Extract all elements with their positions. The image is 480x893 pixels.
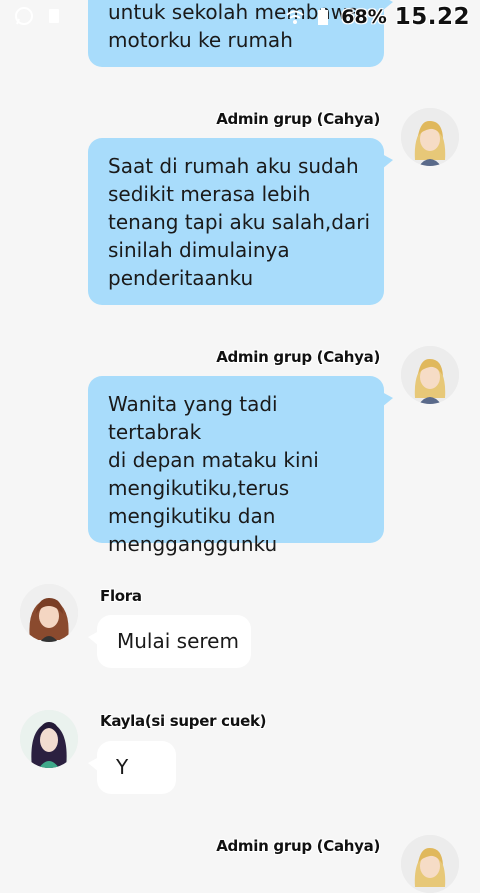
girl-portrait-icon xyxy=(20,710,78,768)
sender-name: Admin grup (Cahya) xyxy=(216,110,380,128)
message-bubble-3[interactable]: Wanita yang tadi tertabrak di depan mata… xyxy=(88,376,393,556)
message-text: untuk sekolah membawa motorku ke rumah xyxy=(108,0,360,52)
avatar-cahya[interactable] xyxy=(401,108,459,166)
avatar-cahya[interactable] xyxy=(401,346,459,404)
message-text: Mulai serem xyxy=(117,629,239,653)
message-bubble-2[interactable]: Saat di rumah aku sudah sedikit merasa l… xyxy=(88,138,393,305)
sender-name: Admin grup (Cahya) xyxy=(216,348,380,366)
message-text: Wanita yang tadi tertabrak di depan mata… xyxy=(108,392,319,556)
sender-name: Kayla(si super cuek) xyxy=(100,712,267,730)
girl-portrait-icon xyxy=(20,584,78,642)
girl-portrait-icon xyxy=(401,835,459,893)
message-bubble-4[interactable]: Mulai serem xyxy=(88,615,251,668)
avatar-flora[interactable] xyxy=(20,584,78,642)
whatsapp-icon xyxy=(15,7,33,25)
clock-time: 15.22 xyxy=(394,4,470,30)
avatar-cahya[interactable] xyxy=(401,835,459,893)
girl-portrait-icon xyxy=(401,346,459,404)
sender-name: Admin grup (Cahya) xyxy=(216,837,380,855)
sender-name: Flora xyxy=(100,587,142,605)
message-text: Y xyxy=(116,755,129,779)
message-bubble-1[interactable]: untuk sekolah membawa motorku ke rumah xyxy=(88,0,393,67)
girl-portrait-icon xyxy=(401,108,459,166)
message-text: Saat di rumah aku sudah sedikit merasa l… xyxy=(108,154,371,290)
message-bubble-5[interactable]: Y xyxy=(88,741,176,794)
avatar-kayla[interactable] xyxy=(20,710,78,768)
sim-icon xyxy=(49,9,59,23)
